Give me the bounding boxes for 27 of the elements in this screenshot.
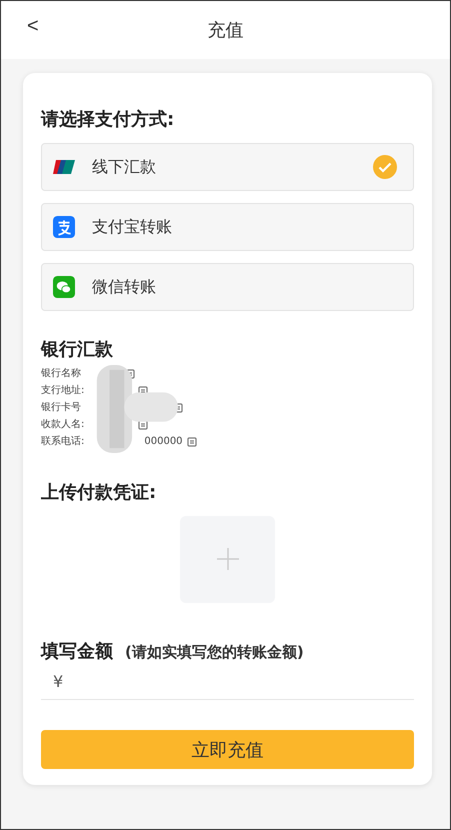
field-label: 联系电话: bbox=[41, 434, 84, 449]
option-label: 线下汇款 bbox=[92, 156, 157, 178]
option-label: 支付宝转账 bbox=[92, 216, 173, 238]
section-heading: 银行汇款 bbox=[41, 338, 114, 361]
amount-field[interactable]: ¥ bbox=[41, 662, 414, 700]
field-label: 收款人名: bbox=[41, 418, 84, 432]
field-value: 000000 bbox=[144, 435, 183, 449]
chat-app-icon bbox=[53, 276, 75, 298]
payment-option[interactable]: 线下汇款 bbox=[41, 143, 414, 191]
submit-button[interactable]: 立即充值 bbox=[41, 730, 414, 769]
plus-icon bbox=[216, 547, 240, 572]
back-button[interactable]: < bbox=[23, 15, 43, 38]
hint-text: (请如实填写您的转账金额) bbox=[125, 642, 304, 662]
payment-option[interactable]: 支付宝转账 bbox=[41, 203, 414, 251]
copy-icon[interactable] bbox=[138, 420, 148, 430]
checkmark-icon bbox=[373, 155, 397, 179]
field-label: 银行名称 bbox=[41, 367, 81, 381]
section-heading: 填写金额 bbox=[41, 640, 113, 663]
field-label: 支行地址: bbox=[41, 384, 84, 398]
wallet-app-icon bbox=[53, 216, 75, 238]
section-heading: 请选择支付方式: bbox=[41, 108, 176, 131]
copy-icon[interactable] bbox=[186, 436, 197, 446]
field-label: 银行卡号 bbox=[41, 400, 81, 415]
payment-option[interactable]: 微信转账 bbox=[41, 263, 414, 311]
option-label: 微信转账 bbox=[92, 276, 157, 298]
section-heading: 上传付款凭证: bbox=[41, 481, 158, 504]
page-title: 充值 bbox=[208, 19, 244, 42]
